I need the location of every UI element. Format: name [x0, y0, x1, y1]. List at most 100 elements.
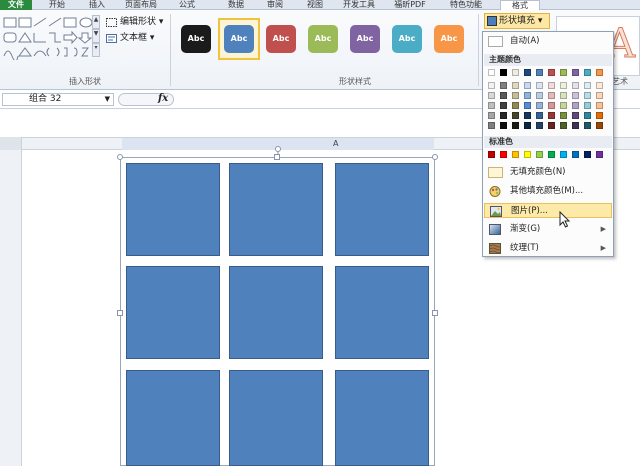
shape-style-swatch[interactable]: Abc — [308, 25, 338, 53]
theme-shade-swatch[interactable] — [488, 112, 495, 119]
shape-style-swatch[interactable]: Abc — [181, 25, 211, 53]
standard-color-swatch[interactable] — [560, 151, 567, 158]
theme-shade-swatch[interactable] — [560, 92, 567, 99]
theme-shade-swatch[interactable] — [596, 112, 603, 119]
theme-shade-swatch[interactable] — [524, 92, 531, 99]
theme-color-swatch[interactable] — [560, 69, 567, 76]
picture-fill-item[interactable]: 图片(P)... — [484, 203, 612, 218]
theme-shade-swatch[interactable] — [512, 112, 519, 119]
theme-shade-swatch[interactable] — [572, 112, 579, 119]
theme-shade-swatch[interactable] — [596, 122, 603, 129]
gallery-scroll-down[interactable]: ▼ — [92, 29, 100, 43]
tab-0[interactable]: 文件 — [0, 0, 32, 10]
theme-shade-swatch[interactable] — [596, 92, 603, 99]
auto-fill-item[interactable]: 自动(A) — [484, 34, 612, 49]
theme-shade-swatch[interactable] — [512, 92, 519, 99]
theme-shade-swatch[interactable] — [548, 82, 555, 89]
tab-9[interactable]: 福昕PDF — [386, 0, 434, 10]
theme-shade-swatch[interactable] — [524, 122, 531, 129]
theme-shade-swatch[interactable] — [488, 82, 495, 89]
rectangle-shape[interactable] — [126, 266, 220, 359]
rectangle-shape[interactable] — [229, 266, 323, 359]
theme-shade-swatch[interactable] — [584, 112, 591, 119]
theme-shade-swatch[interactable] — [512, 82, 519, 89]
theme-color-swatch[interactable] — [500, 69, 507, 76]
name-box[interactable]: 组合 32 ▼ — [2, 93, 114, 106]
theme-shade-swatch[interactable] — [584, 122, 591, 129]
rectangle-shape[interactable] — [229, 163, 323, 256]
gallery-scroll-up[interactable]: ▲ — [92, 15, 100, 29]
theme-shade-swatch[interactable] — [596, 82, 603, 89]
theme-shade-swatch[interactable] — [488, 92, 495, 99]
rectangle-shape[interactable] — [229, 370, 323, 466]
shape-style-swatch[interactable]: Abc — [266, 25, 296, 53]
standard-color-swatch[interactable] — [524, 151, 531, 158]
theme-color-swatch[interactable] — [524, 69, 531, 76]
theme-color-swatch[interactable] — [584, 69, 591, 76]
theme-shade-swatch[interactable] — [536, 122, 543, 129]
rectangle-shape[interactable] — [335, 163, 429, 256]
theme-shade-swatch[interactable] — [560, 82, 567, 89]
shape-style-swatch[interactable]: Abc — [392, 25, 422, 53]
shape-fill-button[interactable]: 形状填充 ▾ — [484, 13, 550, 29]
rectangle-shape[interactable] — [126, 163, 220, 256]
theme-shade-swatch[interactable] — [536, 112, 543, 119]
tab-2[interactable]: 插入 — [80, 0, 114, 10]
resize-handle-top-right[interactable] — [432, 154, 438, 160]
function-icon[interactable]: fx — [158, 93, 168, 104]
theme-color-swatch[interactable] — [512, 69, 519, 76]
theme-color-swatch[interactable] — [488, 69, 495, 76]
theme-shade-swatch[interactable] — [488, 122, 495, 129]
theme-color-swatch[interactable] — [548, 69, 555, 76]
column-header-a[interactable]: A — [333, 139, 338, 148]
theme-color-swatch[interactable] — [596, 69, 603, 76]
tab-6[interactable]: 审阅 — [258, 0, 292, 10]
gradient-fill-item[interactable]: 渐变(G) ▶ — [484, 222, 612, 237]
theme-shade-swatch[interactable] — [572, 122, 579, 129]
theme-shade-swatch[interactable] — [536, 92, 543, 99]
rectangle-shape[interactable] — [335, 370, 429, 466]
more-colors-item[interactable]: 其他填充颜色(M)... — [484, 184, 612, 199]
theme-shade-swatch[interactable] — [524, 82, 531, 89]
resize-handle-top[interactable] — [274, 154, 280, 160]
tab-10[interactable]: 特色功能 — [442, 0, 490, 10]
text-box-button[interactable]: 文本框 ▾ — [106, 32, 154, 45]
theme-shade-swatch[interactable] — [488, 102, 495, 109]
theme-shade-swatch[interactable] — [584, 82, 591, 89]
standard-color-swatch[interactable] — [512, 151, 519, 158]
resize-handle-right[interactable] — [432, 310, 438, 316]
gallery-more-button[interactable]: ▾ — [92, 43, 100, 57]
theme-shade-swatch[interactable] — [524, 112, 531, 119]
theme-shade-swatch[interactable] — [500, 112, 507, 119]
theme-shade-swatch[interactable] — [524, 102, 531, 109]
theme-color-swatch[interactable] — [536, 69, 543, 76]
no-fill-item[interactable]: 无填充颜色(N) — [484, 165, 612, 180]
theme-shade-swatch[interactable] — [548, 92, 555, 99]
tab-4[interactable]: 公式 — [170, 0, 204, 10]
theme-shade-swatch[interactable] — [560, 112, 567, 119]
theme-shade-swatch[interactable] — [536, 82, 543, 89]
theme-shade-swatch[interactable] — [548, 112, 555, 119]
theme-shade-swatch[interactable] — [512, 102, 519, 109]
theme-shade-swatch[interactable] — [584, 102, 591, 109]
theme-shade-swatch[interactable] — [560, 122, 567, 129]
theme-shade-swatch[interactable] — [536, 102, 543, 109]
theme-shade-swatch[interactable] — [584, 92, 591, 99]
standard-color-swatch[interactable] — [596, 151, 603, 158]
resize-handle-top-left[interactable] — [117, 154, 123, 160]
tab-5[interactable]: 数据 — [218, 0, 254, 10]
edit-shape-button[interactable]: 编辑形状 ▾ — [106, 16, 163, 29]
rectangle-shape[interactable] — [335, 266, 429, 359]
shape-style-swatch[interactable]: Abc — [434, 25, 464, 53]
theme-shade-swatch[interactable] — [572, 82, 579, 89]
shape-style-swatch[interactable]: Abc — [350, 25, 380, 53]
resize-handle-left[interactable] — [117, 310, 123, 316]
standard-color-swatch[interactable] — [584, 151, 591, 158]
theme-shade-swatch[interactable] — [560, 102, 567, 109]
select-all-corner[interactable] — [0, 137, 22, 150]
theme-shade-swatch[interactable] — [500, 122, 507, 129]
texture-fill-item[interactable]: 纹理(T) ▶ — [484, 241, 612, 256]
standard-color-swatch[interactable] — [548, 151, 555, 158]
tab-7[interactable]: 视图 — [298, 0, 332, 10]
shape-style-swatch[interactable]: Abc — [224, 25, 254, 53]
